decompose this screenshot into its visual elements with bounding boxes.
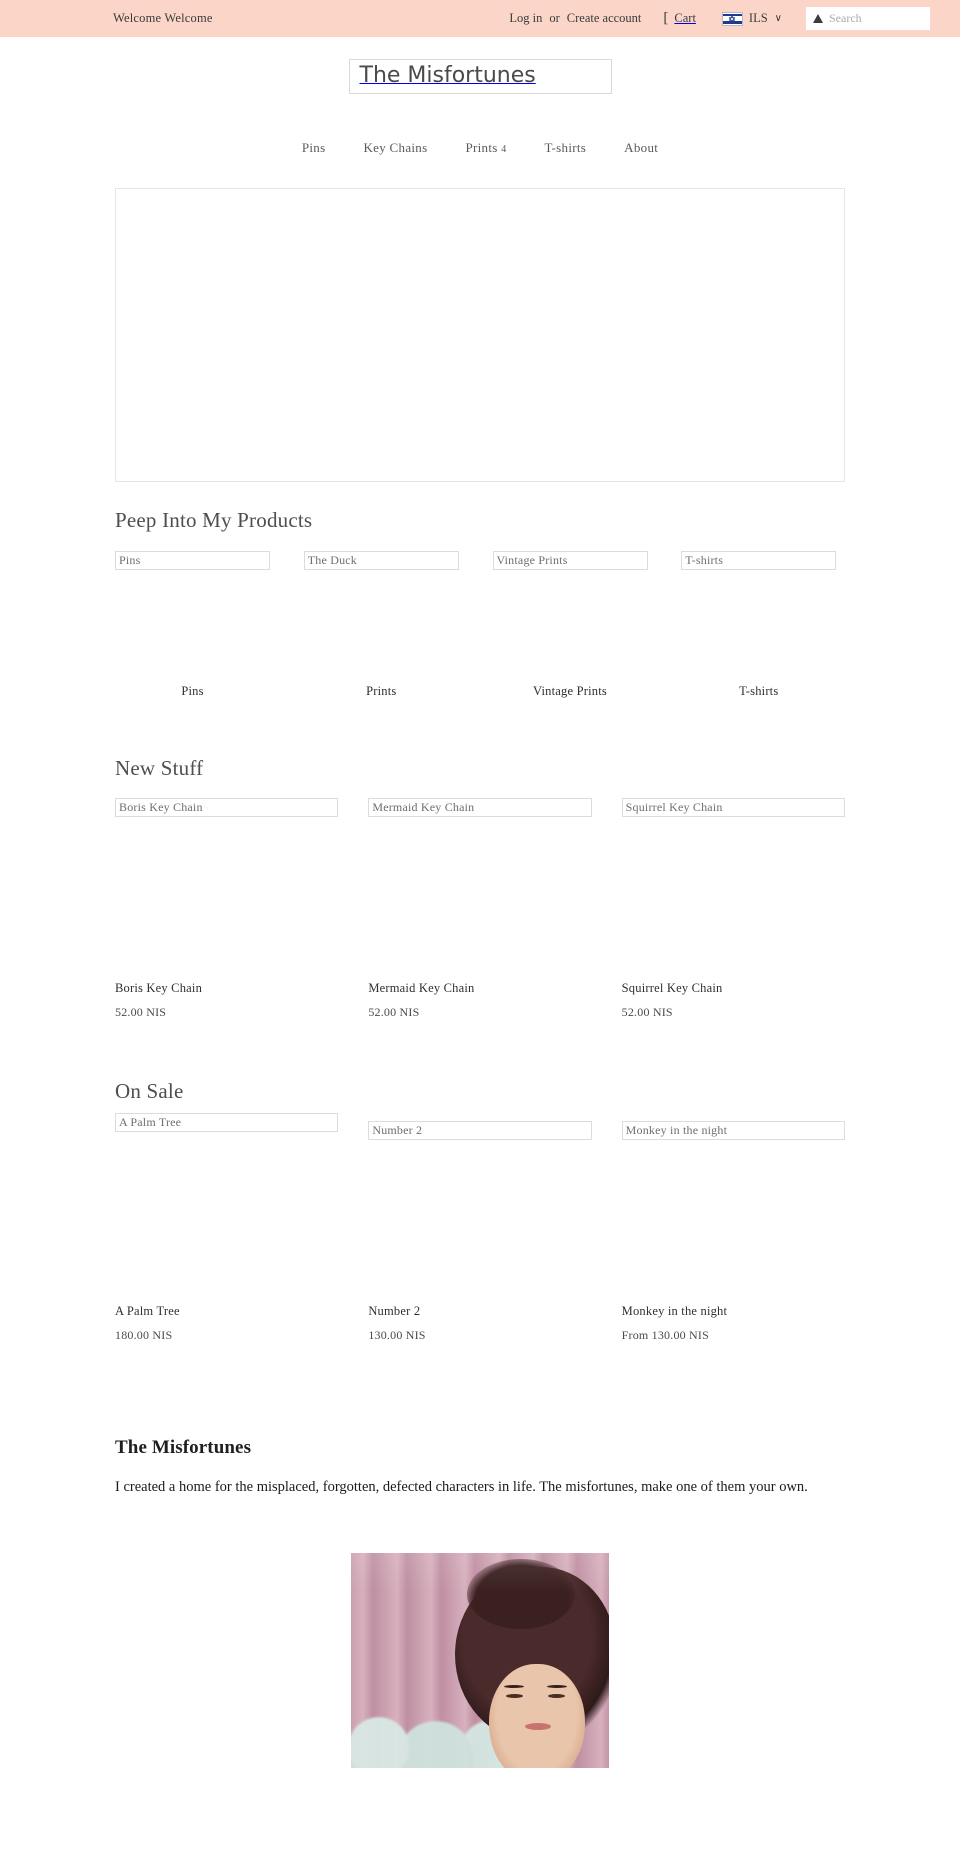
product-image[interactable]: Boris Key Chain [115,798,339,818]
collection-label: T-shirts [739,684,779,699]
collection-card[interactable]: The Duck Prints [303,551,468,699]
on-sale-section: On Sale A Palm Tree A Palm Tree 180.00 N… [115,1079,845,1351]
product-title: A Palm Tree [115,1304,180,1319]
portrait-photo [351,1552,609,1768]
site-header: The Misfortunes [0,37,960,95]
nav-item-about[interactable]: About [605,140,677,156]
collection-image[interactable]: Pins [115,551,270,571]
collection-card[interactable]: T-shirts T-shirts [681,551,845,699]
nav-label: About [624,140,659,156]
product-title: Number 2 [368,1304,421,1319]
product-price: 52.00 NIS [368,1005,420,1020]
nav-label: Pins [301,140,326,156]
nav-item-t-shirts[interactable]: T-shirts [526,140,606,156]
product-image[interactable]: Number 2 [368,1121,592,1141]
hero-banner[interactable] [115,188,845,483]
product-title: Mermaid Key Chain [368,981,475,996]
login-separator: or [549,11,560,25]
collection-label: Prints [366,684,397,699]
on-sale-grid: A Palm Tree A Palm Tree 180.00 NIS Numbe… [115,1113,845,1351]
collection-image-alt: T-shirts [685,553,724,568]
product-price: From 130.00 NIS [621,1328,709,1343]
product-card[interactable]: Mermaid Key Chain Mermaid Key Chain 52.0… [368,798,592,1020]
search-input[interactable]: Search [829,11,862,26]
new-stuff-section: New Stuff Boris Key Chain Boris Key Chai… [115,756,845,1020]
product-card[interactable]: Squirrel Key Chain Squirrel Key Chain 52… [621,798,845,1020]
product-card[interactable]: Number 2 Number 2 130.00 NIS [368,1121,592,1351]
product-image-alt: A Palm Tree [119,1115,182,1130]
product-card[interactable]: A Palm Tree A Palm Tree 180.00 NIS [115,1113,339,1343]
product-image[interactable]: Monkey in the night [621,1121,845,1141]
collections-section: Peep Into My Products Pins Pins The Duck… [115,508,845,699]
nav-item-key-chains[interactable]: Key Chains [344,140,446,156]
product-price: 52.00 NIS [115,1005,167,1020]
product-image[interactable]: Squirrel Key Chain [621,798,845,818]
product-image-alt: Mermaid Key Chain [372,800,475,815]
on-sale-section-title: On Sale [115,1079,184,1104]
product-price: 180.00 NIS [115,1328,173,1343]
collection-image-alt: Vintage Prints [496,553,568,568]
collection-label: Pins [181,684,204,699]
chevron-down-icon: ∨ [774,13,782,24]
collection-image[interactable]: Vintage Prints [492,551,648,571]
log-in-link[interactable]: Log in [509,11,542,26]
collection-image-alt: Pins [119,553,141,568]
currency-selector[interactable]: ILS ∨ [721,11,782,26]
about-section: The Misfortunes I created a home for the… [115,1437,845,1498]
product-price: 130.00 NIS [368,1328,426,1343]
nav-item-prints[interactable]: Prints 4 [446,140,525,156]
product-title: Monkey in the night [621,1304,728,1319]
cart-label: Cart [674,11,696,25]
product-image[interactable]: A Palm Tree [115,1113,339,1133]
product-card[interactable]: Boris Key Chain Boris Key Chain 52.00 NI… [115,798,339,1020]
product-image[interactable]: Mermaid Key Chain [368,798,592,818]
main-navigation: Pins Key Chains Prints 4 T-shirts About [0,140,960,156]
product-price: 52.00 NIS [621,1005,673,1020]
search-icon [813,14,823,23]
cart-link[interactable]: [ Cart [663,11,696,26]
star-of-david-icon [729,14,736,23]
product-image-alt: Number 2 [372,1123,423,1138]
nav-item-pins[interactable]: Pins [283,140,345,156]
product-title: Boris Key Chain [115,981,203,996]
about-photo-area [0,1552,960,1768]
collection-image[interactable]: T-shirts [681,551,837,571]
cart-icon: [ [663,10,669,26]
product-card[interactable]: Monkey in the night Monkey in the night … [621,1121,845,1351]
product-image-alt: Squirrel Key Chain [625,800,723,815]
about-body: I created a home for the misplaced, forg… [115,1479,808,1496]
israel-flag-icon [721,11,743,26]
currency-label: ILS [748,11,768,25]
about-title: The Misfortunes [115,1437,252,1459]
welcome-message: Welcome Welcome [113,11,213,25]
create-account-link[interactable]: Create account [567,11,642,26]
collections-grid: Pins Pins The Duck Prints Vintage Prints… [115,551,845,699]
collections-section-title: Peep Into My Products [115,508,313,533]
nav-badge: 4 [501,144,507,156]
product-image-alt: Monkey in the night [625,1123,728,1138]
search-box[interactable]: Search [806,7,930,30]
top-utility-actions: Log in or Create account [ Cart ILS ∨ Se… [509,0,930,37]
top-utility-bar: Welcome Welcome Log in or Create account… [0,0,960,37]
nav-label: Prints [465,140,498,156]
collection-label: Vintage Prints [533,684,607,699]
product-image-alt: Boris Key Chain [119,800,203,815]
nav-label: Key Chains [363,140,428,156]
collection-image[interactable]: The Duck [303,551,459,571]
site-logo-alt-text: The Misfortunes [359,63,536,88]
collection-card[interactable]: Vintage Prints Vintage Prints [492,551,657,699]
new-stuff-grid: Boris Key Chain Boris Key Chain 52.00 NI… [115,798,845,1020]
new-stuff-section-title: New Stuff [115,756,204,781]
nav-label: T-shirts [544,140,587,156]
collection-card[interactable]: Pins Pins [115,551,279,699]
product-title: Squirrel Key Chain [621,981,723,996]
photo-vignette [351,1552,609,1768]
site-logo[interactable]: The Misfortunes [348,59,612,95]
collection-image-alt: The Duck [307,553,357,568]
